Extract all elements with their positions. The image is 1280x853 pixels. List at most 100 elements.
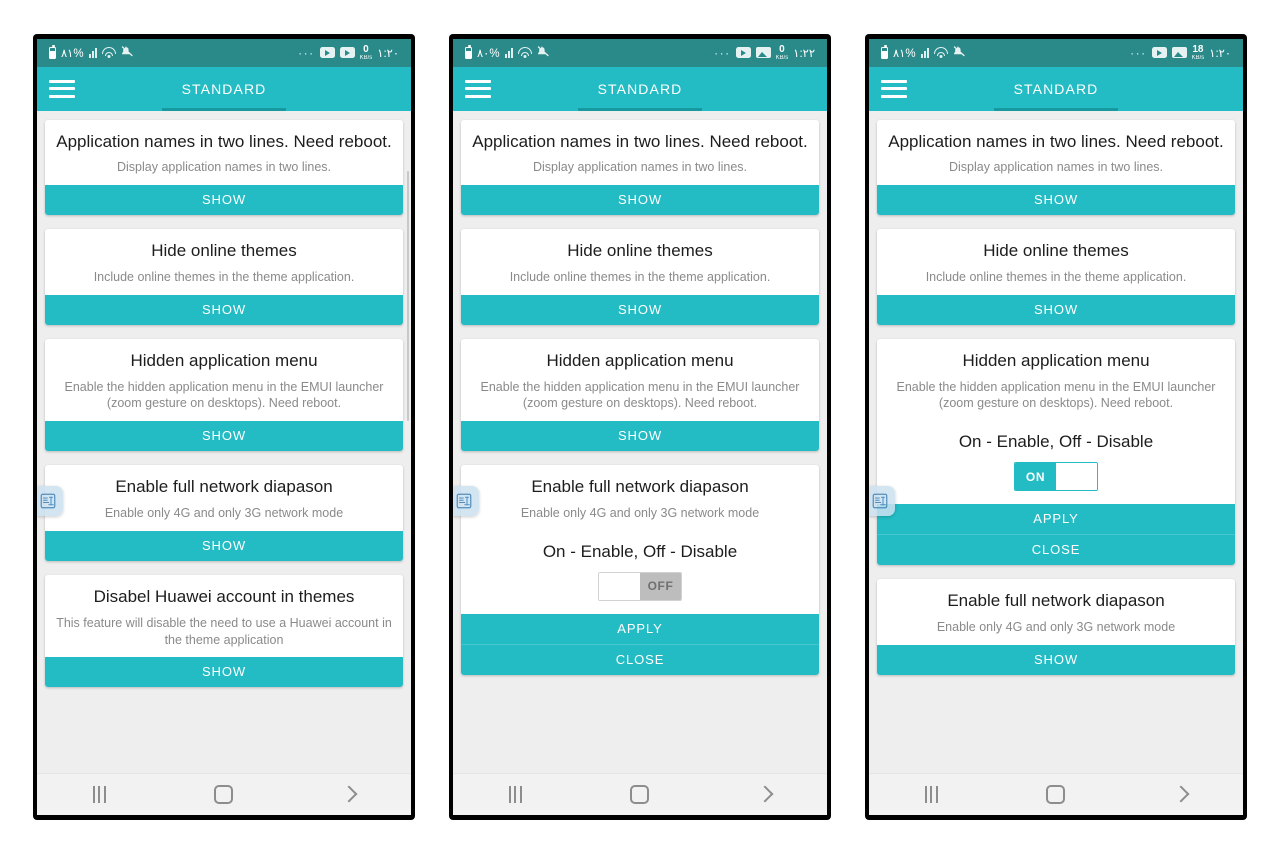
- card-action-show-button[interactable]: SHOW: [877, 644, 1235, 675]
- card-action-show-button[interactable]: SHOW: [461, 421, 819, 452]
- chevron-right-icon: [340, 785, 358, 803]
- wifi-icon: [517, 47, 532, 58]
- home-icon: [214, 784, 234, 804]
- setting-card-body: Enable full network diapason Enable only …: [45, 465, 403, 531]
- mute-bell-icon: [953, 45, 966, 60]
- setting-card-title: Hidden application menu: [546, 350, 734, 370]
- nav-back-button[interactable]: [1141, 774, 1221, 815]
- setting-card-title: Hidden application menu: [130, 350, 318, 370]
- floating-translate-widget-icon[interactable]: [453, 485, 479, 516]
- wifi-icon: [101, 47, 116, 58]
- setting-card: Enable full network diapason Enable only …: [461, 465, 819, 675]
- card-action-show-button[interactable]: SHOW: [461, 185, 819, 216]
- nav-home-button[interactable]: [600, 774, 680, 815]
- setting-card-body: Enable full network diapason Enable only …: [877, 579, 1235, 645]
- toggle-description-label: On - Enable, Off - Disable: [542, 541, 738, 561]
- chevron-right-icon: [756, 785, 774, 803]
- card-action-show-button[interactable]: SHOW: [45, 530, 403, 561]
- setting-card-title: Hide online themes: [567, 241, 713, 261]
- nav-recents-button[interactable]: [59, 774, 139, 815]
- video-notification-icon: [319, 47, 335, 58]
- battery-icon: [881, 44, 888, 59]
- tab-standard[interactable]: STANDARD: [565, 67, 715, 111]
- setting-card-body: Hide online themes Include online themes …: [45, 229, 403, 295]
- setting-card-body: Application names in two lines. Need reb…: [461, 120, 819, 186]
- setting-card-subtitle: Display application names in two lines.: [117, 160, 331, 175]
- status-bar-left: ٨١%: [49, 44, 134, 60]
- hamburger-menu-icon[interactable]: [881, 79, 921, 98]
- phone-screen: ٨٠% ··· 0 KB/s ١:٢٢ STANDARD Application names…: [453, 38, 827, 815]
- card-action-close-button[interactable]: CLOSE: [461, 643, 819, 675]
- setting-card: Application names in two lines. Need reb…: [461, 119, 819, 216]
- setting-card-subtitle: Enable only 4G and only 3G network mode: [936, 620, 1176, 634]
- phone-frame: ٨١% ··· 18 KB/s ١:٢٠ STANDARD Application name…: [865, 33, 1247, 820]
- network-speed-value: 0: [363, 43, 369, 55]
- card-action-show-button[interactable]: SHOW: [45, 657, 403, 688]
- tab-standard[interactable]: STANDARD: [981, 67, 1131, 111]
- setting-card-title: Enable full network diapason: [947, 591, 1165, 611]
- setting-card: Enable full network diapason Enable only …: [877, 579, 1235, 675]
- setting-card-body: Disabel Huawei account in themes This fea…: [45, 575, 403, 658]
- status-bar: ٨١% ··· 18 KB/s ١:٢٠: [869, 38, 1243, 67]
- card-action-close-button[interactable]: CLOSE: [877, 534, 1235, 566]
- signal-bars-icon: [920, 47, 929, 58]
- setting-card: Application names in two lines. Need reb…: [45, 119, 403, 216]
- card-action-show-button[interactable]: SHOW: [877, 294, 1235, 325]
- nav-back-button[interactable]: [725, 774, 805, 815]
- battery-icon: [465, 44, 472, 59]
- floating-translate-widget-icon[interactable]: [37, 485, 63, 516]
- video-notification-icon: [339, 47, 355, 58]
- status-bar-right: ··· 18 KB/s ١:٢٠: [1130, 43, 1231, 61]
- card-action-apply-button[interactable]: APPLY: [461, 613, 819, 644]
- content-scrollbar[interactable]: [406, 170, 409, 421]
- nav-recents-button[interactable]: [891, 774, 971, 815]
- mute-bell-icon: [537, 45, 550, 60]
- clock-label: ١:٢٢: [793, 47, 815, 60]
- setting-card-subtitle: Enable only 4G and only 3G network mode: [520, 506, 760, 520]
- system-nav-bar: [37, 772, 411, 815]
- card-action-show-button[interactable]: SHOW: [45, 294, 403, 325]
- floating-translate-widget-icon[interactable]: [869, 485, 895, 516]
- hamburger-menu-icon[interactable]: [465, 79, 505, 98]
- clock-label: ١:٢٠: [377, 47, 399, 60]
- setting-card-body: Hide online themes Include online themes …: [461, 229, 819, 295]
- card-action-show-button[interactable]: SHOW: [45, 185, 403, 216]
- setting-card-subtitle: Enable the hidden application menu in th…: [896, 379, 1216, 411]
- image-notification-icon: [1171, 47, 1187, 58]
- setting-card: Hide online themes Include online themes …: [877, 229, 1235, 325]
- nav-back-button[interactable]: [309, 774, 389, 815]
- setting-card-title: Hide online themes: [983, 241, 1129, 261]
- feature-toggle-switch[interactable]: ON: [1014, 462, 1098, 492]
- setting-card: Hidden application menu Enable the hidden…: [45, 338, 403, 452]
- battery-percent-label: ٨٠%: [477, 47, 500, 60]
- card-action-show-button[interactable]: SHOW: [877, 185, 1235, 216]
- card-action-show-button[interactable]: SHOW: [45, 421, 403, 452]
- network-speed-value: 18: [1192, 43, 1204, 55]
- setting-card: Enable full network diapason Enable only …: [45, 465, 403, 561]
- card-action-show-button[interactable]: SHOW: [461, 294, 819, 325]
- toggle-description-label: On - Enable, Off - Disable: [958, 432, 1154, 452]
- tab-standard[interactable]: STANDARD: [149, 67, 299, 111]
- setting-card-subtitle: Enable the hidden application menu in th…: [480, 379, 800, 411]
- status-bar: ٨١% ··· 0 KB/s ١:٢٠: [37, 38, 411, 67]
- nav-home-button[interactable]: [184, 774, 264, 815]
- network-speed-indicator: 0 KB/s: [360, 43, 373, 61]
- nav-recents-button[interactable]: [475, 774, 555, 815]
- card-action-apply-button[interactable]: APPLY: [877, 504, 1235, 535]
- phone-screen: ٨١% ··· 18 KB/s ١:٢٠ STANDARD Application name…: [869, 38, 1243, 815]
- signal-bars-icon: [88, 47, 97, 58]
- setting-card-body: Enable full network diapason Enable only …: [461, 465, 819, 614]
- recents-icon: [92, 785, 106, 803]
- overflow-dots-icon: ···: [298, 45, 315, 60]
- nav-home-button[interactable]: [1016, 774, 1096, 815]
- setting-card: Disabel Huawei account in themes This fea…: [45, 574, 403, 688]
- settings-list: Application names in two lines. Need reb…: [453, 110, 827, 773]
- setting-card-body: Hidden application menu Enable the hidden…: [461, 339, 819, 422]
- image-notification-icon: [755, 47, 771, 58]
- status-bar-right: ··· 0 KB/s ١:٢٠: [298, 43, 399, 61]
- setting-card-subtitle: Enable only 4G and only 3G network mode: [104, 506, 344, 520]
- status-bar: ٨٠% ··· 0 KB/s ١:٢٢: [453, 38, 827, 67]
- feature-toggle-switch[interactable]: OFF: [598, 571, 682, 601]
- setting-card-subtitle: Display application names in two lines.: [949, 160, 1163, 175]
- hamburger-menu-icon[interactable]: [49, 79, 89, 98]
